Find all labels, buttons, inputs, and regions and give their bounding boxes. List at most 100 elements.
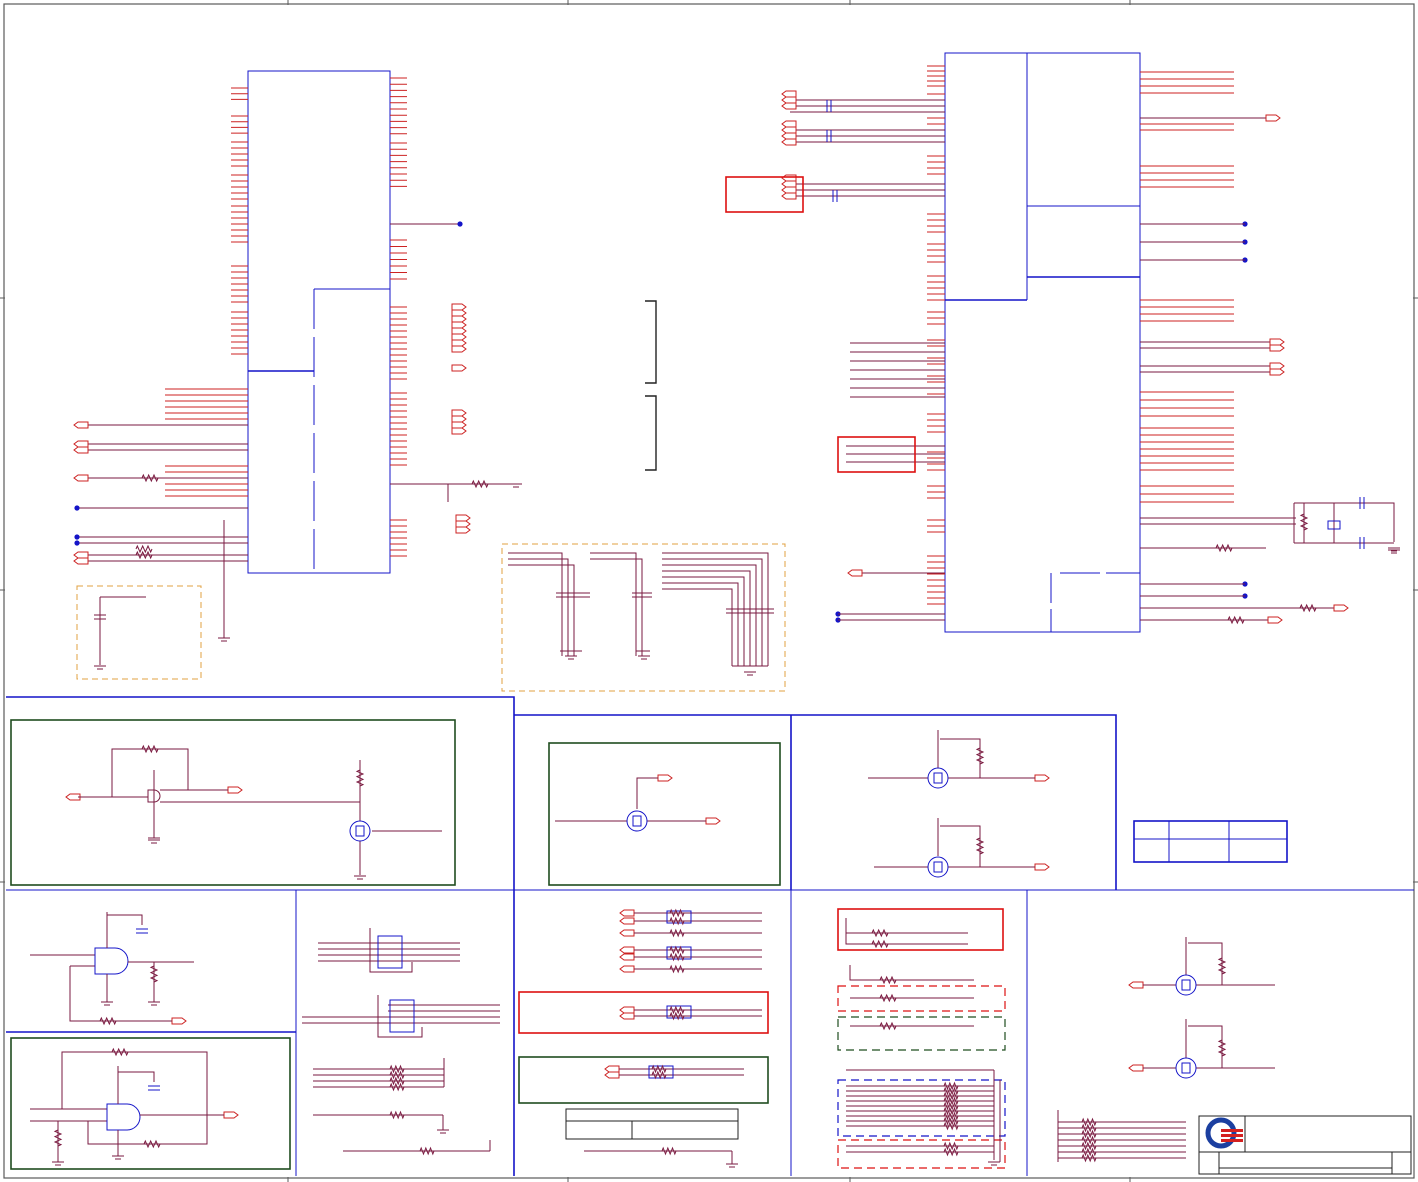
schematic-sheet (0, 0, 1418, 1182)
resistor (943, 1111, 959, 1121)
net-port (781, 96, 797, 104)
net-port (619, 1012, 635, 1020)
net-port (781, 90, 797, 98)
highlight-box-bottom-mid (518, 991, 769, 1034)
net-port (451, 309, 467, 317)
net-port (73, 440, 89, 448)
resistor (943, 1081, 959, 1091)
net-port (781, 186, 797, 194)
net-port (1269, 368, 1285, 376)
mosfet (927, 767, 949, 789)
resistor (355, 769, 365, 787)
resistor (943, 1141, 959, 1151)
resistor (1299, 603, 1317, 613)
net-port (451, 333, 467, 341)
net-port (657, 774, 673, 782)
net-port (1269, 338, 1285, 346)
net-port (781, 126, 797, 134)
resistor (389, 1082, 405, 1092)
resistor (669, 945, 685, 955)
resistor (389, 1110, 405, 1120)
resistor (871, 939, 889, 949)
net-port (455, 520, 471, 528)
net-port (451, 339, 467, 347)
resistor (149, 965, 159, 983)
pullup-bank (1057, 1110, 1186, 1162)
right-ic-connectors (781, 90, 1349, 624)
net-port (73, 446, 89, 454)
net-port (1034, 774, 1050, 782)
resistor (651, 1070, 667, 1080)
resistor (879, 1021, 897, 1031)
resistor (143, 1139, 161, 1149)
resistor (1081, 1123, 1097, 1133)
resistor (1081, 1117, 1097, 1127)
resistor (943, 1101, 959, 1111)
net-port (451, 327, 467, 335)
net-port (619, 946, 635, 954)
resistor (1217, 1039, 1227, 1057)
option-table (1133, 820, 1288, 863)
decoupling-box-left (76, 585, 202, 680)
net-port (451, 303, 467, 311)
net-port (847, 569, 863, 577)
net-port (451, 427, 467, 435)
resistor-networks (302, 928, 500, 1152)
resistor (943, 1086, 959, 1096)
net-port (781, 132, 797, 140)
strap-resistors (837, 908, 1006, 1169)
resistor (1081, 1129, 1097, 1139)
net-port (451, 409, 467, 417)
junction-dots (74, 221, 1248, 623)
resistor (1217, 957, 1227, 975)
resistor (471, 479, 489, 489)
net-port (619, 917, 635, 925)
net-port (1269, 362, 1285, 370)
net-port (451, 321, 467, 329)
net-port (171, 1017, 187, 1025)
resistor (669, 1005, 685, 1015)
resistor (943, 1121, 959, 1131)
net-port (619, 1006, 635, 1014)
net-port (619, 909, 635, 917)
resistor (651, 1064, 667, 1074)
resistor (1215, 543, 1233, 553)
resistor (943, 1096, 959, 1106)
resistor (1081, 1153, 1097, 1163)
green-block-3 (10, 1037, 291, 1170)
resistor (669, 964, 685, 974)
net-port (1269, 344, 1285, 352)
resistor (943, 1091, 959, 1101)
company-logo (1205, 1117, 1243, 1149)
net-port (781, 192, 797, 200)
net-port (451, 415, 467, 423)
resistor (975, 837, 985, 855)
net-port (223, 1111, 239, 1119)
net-port (705, 817, 721, 825)
net-port (781, 138, 797, 146)
and-gate-circuit-1 (30, 912, 194, 1022)
resistor (943, 1116, 959, 1126)
mosfet (927, 856, 949, 878)
resistor (141, 473, 159, 483)
crystal-circuit (1293, 497, 1400, 552)
net-port (781, 180, 797, 188)
resistor (135, 550, 153, 560)
resistor (871, 928, 889, 938)
net-port (1265, 114, 1281, 122)
net-port (604, 1065, 620, 1073)
series-resistors (584, 910, 762, 1164)
resistor (135, 544, 153, 554)
ic-left (165, 70, 407, 574)
left-ic-wiring (78, 223, 514, 638)
resistor (111, 1047, 129, 1057)
resistor-symbols (53, 473, 1317, 1163)
net-port (1034, 863, 1050, 871)
green-block-2 (548, 742, 781, 886)
net-port (227, 786, 243, 794)
left-ic-connectors (65, 303, 1144, 1119)
mosfet (1175, 974, 1197, 996)
net-port (455, 514, 471, 522)
net-port (781, 174, 797, 182)
resistor (389, 1070, 405, 1080)
